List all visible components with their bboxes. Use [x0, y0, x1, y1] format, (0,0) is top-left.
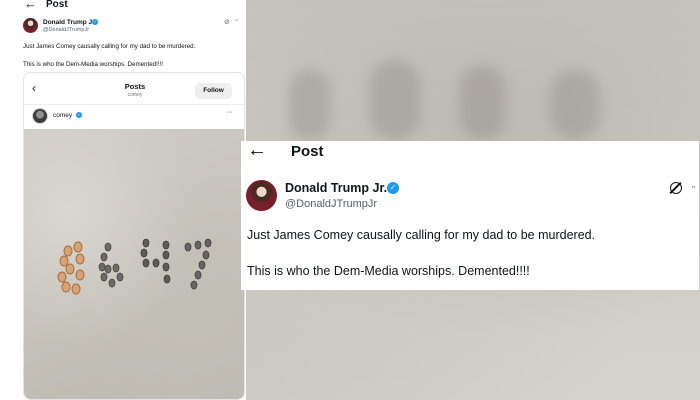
- beach-photo: [24, 129, 244, 399]
- avatar[interactable]: [246, 180, 277, 211]
- embedded-instagram-post: ‹ Posts comey Follow comey ✓ ···: [23, 72, 245, 400]
- more-icon[interactable]: ···: [226, 109, 233, 116]
- embedded-username[interactable]: comey: [53, 112, 72, 119]
- tweet-text-line1: Just James Comey causally calling for my…: [247, 228, 596, 242]
- more-icon[interactable]: ··: [691, 181, 697, 193]
- more-icon[interactable]: ···: [234, 17, 239, 24]
- post-header: ← Post: [0, 0, 246, 12]
- avatar[interactable]: [23, 18, 38, 33]
- original-screenshot-panel: ← Post Donald Trump Jr. ✓ @DonaldJTrumpJ…: [0, 0, 246, 400]
- verified-badge-icon: ✓: [76, 112, 82, 118]
- zoomed-tweet-card: ← Post Donald Trump Jr. ✓ @DonaldJTrumpJ…: [241, 139, 699, 290]
- avatar[interactable]: [32, 108, 48, 124]
- verified-badge-icon: ✓: [92, 19, 98, 25]
- post-title: Post: [46, 0, 68, 10]
- tweet-text-line1: Just James Comey causally calling for my…: [23, 43, 196, 50]
- grok-icon[interactable]: [670, 182, 682, 194]
- author-name[interactable]: Donald Trump Jr.: [43, 19, 96, 26]
- tweet-text-line2: This is who the Dem-Media worships. Deme…: [23, 61, 163, 68]
- author-handle[interactable]: @DonaldJTrumpJr: [285, 198, 377, 210]
- grok-icon[interactable]: ⊘: [224, 18, 230, 26]
- shell-digits-image: [57, 238, 212, 295]
- divider: [24, 104, 244, 105]
- follow-button[interactable]: Follow: [195, 83, 232, 99]
- arrow-left-icon[interactable]: ←: [24, 0, 37, 11]
- author-handle[interactable]: @DonaldJTrumpJr: [43, 27, 89, 33]
- author-name[interactable]: Donald Trump Jr.: [285, 181, 387, 195]
- post-title: Post: [291, 143, 324, 160]
- arrow-left-icon[interactable]: ←: [247, 139, 267, 162]
- tweet-text-line2: This is who the Dem-Media worships. Deme…: [247, 264, 530, 278]
- verified-badge-icon: ✓: [387, 182, 399, 194]
